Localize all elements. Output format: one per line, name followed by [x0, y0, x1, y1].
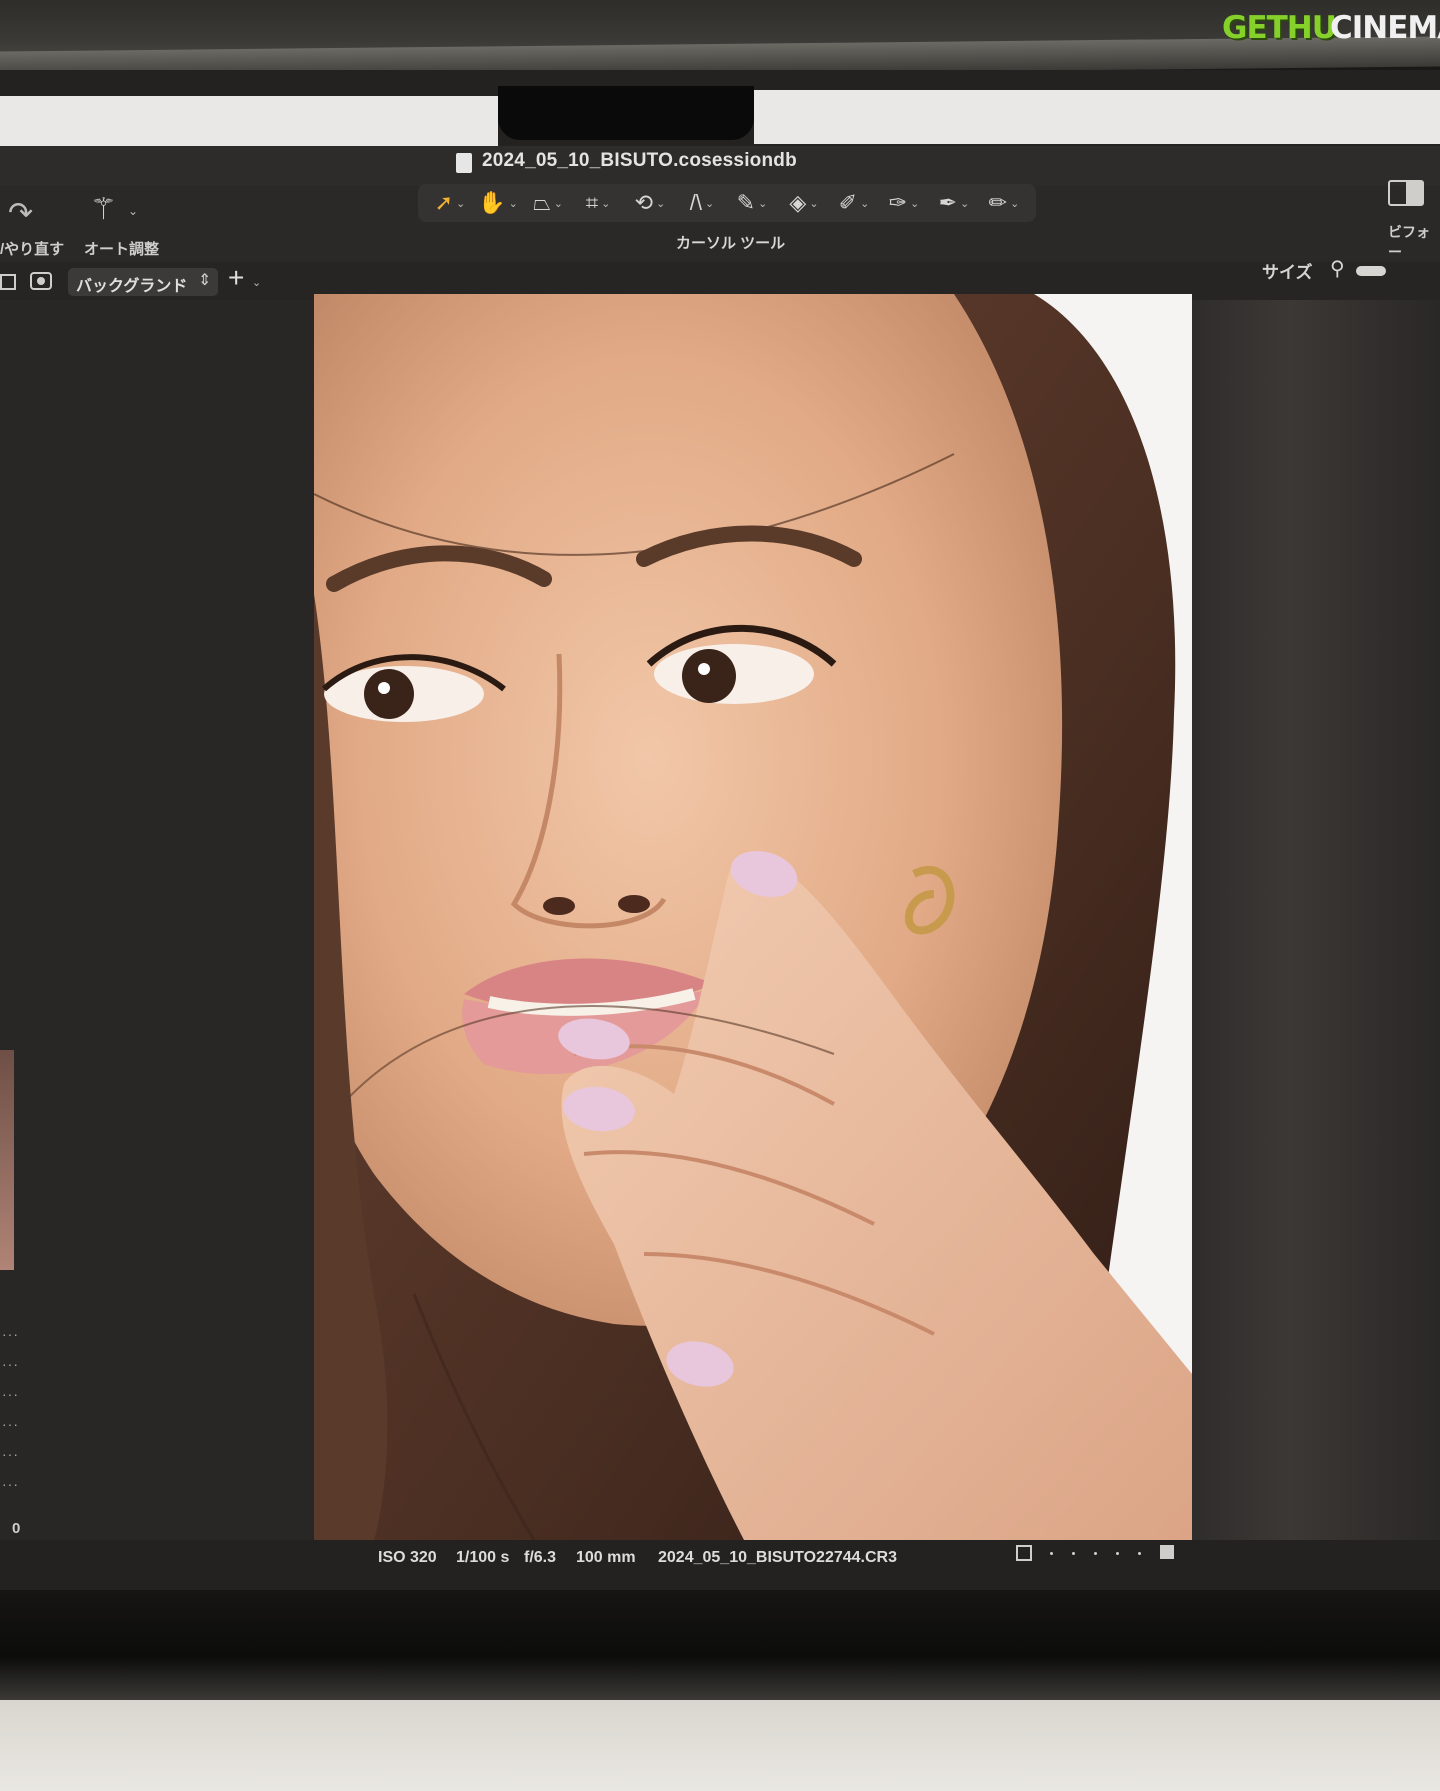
desk-surface — [0, 1700, 1440, 1791]
watermark-part-1: GETHU — [1222, 10, 1337, 46]
eraser-tool-icon[interactable]: ◈ ⌄ — [780, 184, 828, 222]
laptop-bezel — [0, 1590, 1440, 1702]
zoom-icon[interactable]: ⚲ — [1330, 256, 1345, 281]
thumbnail-large-icon[interactable] — [1160, 1545, 1174, 1559]
aperture-value: f/6.3 — [524, 1549, 557, 1566]
side-color-swatch — [0, 1050, 14, 1270]
size-step-dot[interactable] — [1138, 1552, 1141, 1555]
watermark-logo: GETHU CINEMA — [1222, 6, 1440, 50]
layer-select-value[interactable]: バックグランド — [76, 272, 187, 296]
panel-dots: ··· — [2, 1326, 19, 1342]
camera-notch — [498, 86, 754, 140]
size-step-dot[interactable] — [1072, 1552, 1075, 1555]
updown-chevron-icon[interactable]: ⇕ — [198, 270, 211, 290]
panel-dots: ··· — [2, 1356, 19, 1372]
eye-icon[interactable] — [30, 272, 52, 290]
shutter-value: 1/100 s — [456, 1549, 510, 1566]
add-layer-button[interactable]: + — [228, 264, 244, 292]
screen-reflection — [1190, 300, 1440, 1560]
watermark-part-2: CINEMA — [1330, 10, 1440, 46]
annotate-tool-icon[interactable]: ✒ ⌄ — [930, 184, 978, 222]
picker-tool-icon[interactable]: ✑ ⌄ — [880, 184, 928, 222]
crop-tool-icon[interactable]: ⌗ ⌄ — [576, 184, 620, 222]
rotate-tool-icon[interactable]: ⟲ ⌄ — [626, 184, 674, 222]
pen-tool-icon[interactable]: ✏ ⌄ — [980, 184, 1028, 222]
tool-group-label: カーソル ツール — [676, 235, 786, 252]
redo-icon[interactable]: ↷ — [8, 196, 33, 231]
before-after-icon[interactable] — [1388, 180, 1424, 206]
size-slider[interactable] — [1356, 266, 1386, 276]
panel-dots: ··· — [2, 1386, 19, 1402]
size-step-dot[interactable] — [1050, 1552, 1053, 1555]
portrait-photo[interactable] — [314, 294, 1192, 1540]
straighten-tool-icon[interactable]: ⏢ ⌄ — [526, 184, 570, 222]
size-label: サイズ — [1262, 263, 1313, 282]
panel-value: 0 — [12, 1520, 21, 1537]
size-step-dot[interactable] — [1094, 1552, 1097, 1555]
pan-tool-icon[interactable]: ✋ ⌄ — [476, 184, 520, 222]
auto-adjust-label[interactable]: オート調整 — [84, 238, 159, 259]
magic-wand-icon[interactable]: ⚚ — [90, 192, 117, 227]
redo-label[interactable]: /やり直す — [0, 238, 64, 259]
keystone-tool-icon[interactable]: /\ ⌄ — [680, 184, 724, 222]
menu-bar-left — [0, 96, 498, 146]
document-title: 2024_05_10_BISUTO.cosessiondb — [482, 150, 797, 171]
brush-tool-icon[interactable]: ✎ ⌄ — [728, 184, 776, 222]
focal-length-value: 100 mm — [576, 1549, 636, 1566]
chevron-down-icon[interactable]: ⌄ — [252, 276, 261, 289]
gradient-tool-icon[interactable]: ✐ ⌄ — [830, 184, 878, 222]
iso-value: ISO 320 — [378, 1549, 437, 1566]
size-step-dot[interactable] — [1116, 1552, 1119, 1555]
panel-dots: ··· — [2, 1416, 19, 1432]
panel-dots: ··· — [2, 1446, 19, 1462]
before-after-label[interactable]: ビフォー — [1388, 222, 1440, 262]
chevron-down-icon[interactable]: ⌄ — [128, 204, 138, 218]
filename-value: 2024_05_10_BISUTO22744.CR3 — [658, 1549, 897, 1566]
menu-bar-right — [754, 90, 1440, 144]
cursor-tool-icon[interactable]: ➚ ⌄ — [428, 184, 472, 222]
layer-mask-icon[interactable] — [0, 274, 16, 290]
tool-strip: ➚ ⌄ ✋ ⌄ ⏢ ⌄ ⌗ ⌄ ⟲ ⌄ /\ ⌄ ✎ ⌄ ◈ ⌄ ✐ ⌄ ✑ ⌄ ✒ ⌄ ✏ ⌄ — [418, 184, 1036, 222]
panel-dots: ··· — [2, 1476, 19, 1492]
portrait-photo-illustration — [314, 294, 1192, 1540]
document-icon — [456, 153, 472, 173]
thumbnail-small-icon[interactable] — [1016, 1545, 1032, 1561]
